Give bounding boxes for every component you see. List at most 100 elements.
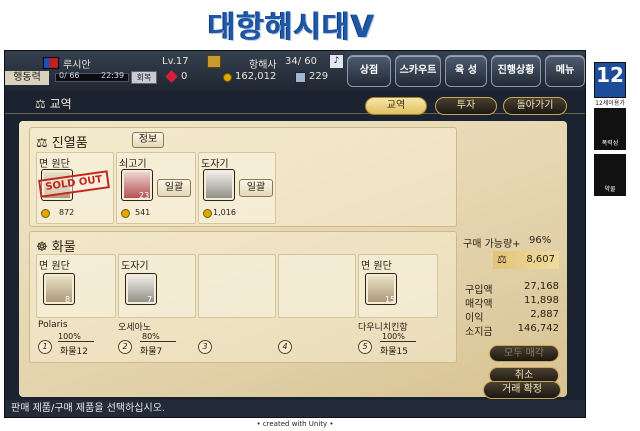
status-message-bar: 판매 제품/구매 제품을 선택하십시오.: [5, 400, 585, 417]
recover-button[interactable]: 회복: [131, 71, 157, 84]
cargo-header: ☸ 화물: [36, 236, 76, 255]
ship-slot-number[interactable]: 1: [38, 340, 52, 354]
summary-value: 27,168: [524, 281, 559, 292]
cargo-slot-4[interactable]: [278, 254, 356, 318]
cargo-section: ☸ 화물 면 원단 8 도자기 7 면 원단 15 Polaris 100% 1…: [29, 231, 457, 363]
bulk-buy-button[interactable]: 일괄: [239, 179, 273, 197]
tab-return[interactable]: 돌아가기: [503, 97, 567, 115]
coin-icon: [41, 209, 50, 218]
cargo-qty: 15: [385, 295, 396, 304]
sell-all-button[interactable]: 모두 매각: [489, 345, 559, 362]
ship-load-bar: [58, 341, 94, 342]
summary-label: 구입액: [465, 285, 493, 296]
chest-icon: [207, 55, 221, 68]
age-rating-label: 12세이용가: [595, 100, 625, 107]
coin-icon: [203, 209, 212, 218]
status-message: 판매 제품/구매 제품을 선택하십시오.: [11, 403, 166, 414]
ship-icon: [295, 72, 306, 83]
cargo-item-name: 면 원단: [361, 261, 392, 272]
gem-count: 0: [181, 71, 188, 82]
ship-percent: 100%: [58, 332, 81, 341]
item-price: 872: [59, 208, 75, 217]
ship-load-bar: [140, 341, 176, 342]
gold-amount: 162,012: [235, 71, 277, 82]
captain-count: 34/ 60: [285, 56, 317, 67]
nation-flag-icon: [43, 57, 59, 69]
scale-icon: ⚖: [35, 97, 46, 111]
menu-button[interactable]: 메뉴: [545, 55, 585, 87]
cargo-slot-1[interactable]: 면 원단 8: [36, 254, 116, 318]
progress-button[interactable]: 진행상황: [491, 55, 541, 87]
scout-button[interactable]: 스카우트: [395, 55, 441, 87]
title-divider: [5, 113, 585, 114]
cargo-item-name: 면 원단: [39, 261, 70, 272]
item-price: 1,016: [213, 208, 236, 217]
cargo-qty: 7: [147, 295, 153, 304]
item-name: 도자기: [201, 159, 229, 170]
info-button[interactable]: 정보: [132, 132, 164, 148]
shop-button[interactable]: 상점: [347, 55, 391, 87]
music-icon[interactable]: ♪: [329, 54, 344, 69]
bulk-buy-button[interactable]: 일괄: [157, 179, 191, 197]
game-window: 루시안 Lv.17 항해사 34/ 60 ♪ 행동력 0/ 66 22:39 회…: [4, 50, 586, 418]
player-level: Lv.17: [162, 56, 189, 67]
tab-invest[interactable]: 투자: [435, 97, 497, 115]
ship-load: 화물12: [60, 347, 89, 357]
summary-value: 2,887: [530, 309, 559, 320]
ship-load-bar: [380, 341, 416, 342]
captain-label: 항해사: [249, 60, 277, 71]
ship-slot-number[interactable]: 2: [118, 340, 132, 354]
cargo-item-name: 도자기: [121, 261, 149, 272]
age-rating-icon: 12: [594, 62, 626, 98]
specialty-slot-cotton[interactable]: 면 원단 SOLD OUT 872: [36, 152, 114, 224]
tab-trade[interactable]: 교역: [365, 97, 427, 115]
summary-label: 매각액: [465, 299, 493, 310]
cargo-qty: 8: [65, 295, 71, 304]
item-price: 541: [135, 208, 151, 217]
porcelain-icon: [125, 273, 157, 305]
buy-capacity-label: 구매 가능량+: [463, 239, 521, 250]
ship-count: 229: [309, 71, 329, 82]
top-status-bar: 루시안 Lv.17 항해사 34/ 60 ♪ 행동력 0/ 66 22:39 회…: [5, 51, 585, 91]
cargo-slot-2[interactable]: 도자기 7: [118, 254, 196, 318]
clock-time: 22:39: [101, 71, 125, 80]
cargo-title: 화물: [51, 240, 76, 255]
violence-label: 폭력성: [601, 140, 619, 147]
gold-coin-icon: [223, 73, 232, 82]
scale-icon: ⚖: [497, 253, 507, 266]
specialty-slot-porcelain[interactable]: 도자기 일괄 1,016: [198, 152, 276, 224]
specialty-section: ⚖ 진열품 정보 면 원단 SOLD OUT 872 쇠고기 23 일괄 541: [29, 127, 457, 227]
ship-name: Polaris: [38, 320, 68, 330]
ship-slot-number[interactable]: 5: [358, 340, 372, 354]
item-name: 면 원단: [39, 159, 70, 170]
item-qty: 23: [139, 191, 150, 200]
ship-percent: 80%: [142, 332, 160, 341]
summary-value: 146,742: [517, 323, 559, 334]
summary-value: 11,898: [524, 295, 559, 306]
porcelain-icon: [203, 169, 235, 201]
unity-credit: • created with Unity •: [256, 420, 334, 428]
ship-wheel-icon: ☸: [36, 240, 48, 255]
specialty-header: ⚖ 진열품: [36, 132, 88, 151]
summary-label: 소지금: [465, 327, 493, 338]
tax-box: ⚖ 8,607: [493, 251, 559, 269]
cloth-icon: [43, 273, 75, 305]
ship-slot-number[interactable]: 4: [278, 340, 292, 354]
train-button[interactable]: 육 성: [445, 55, 487, 87]
confirm-trade-button[interactable]: 거래 확정: [483, 381, 561, 399]
drug-label: 약물: [604, 186, 616, 193]
tax-value: 8,607: [526, 254, 555, 265]
ship-slot-number[interactable]: 3: [198, 340, 212, 354]
buy-capacity-percent: 96%: [529, 235, 552, 246]
ship-load: 화물15: [380, 347, 409, 357]
trade-panel: ⚖ 진열품 정보 면 원단 SOLD OUT 872 쇠고기 23 일괄 541: [19, 121, 567, 397]
trade-title-row: ⚖ 교역: [35, 95, 75, 111]
cargo-slot-5[interactable]: 면 원단 15: [358, 254, 438, 318]
game-logo: 대항해시대V: [208, 10, 376, 45]
cargo-slot-3[interactable]: [198, 254, 276, 318]
specialty-title: 진열품: [51, 136, 88, 151]
gem-icon: [165, 70, 178, 83]
action-value: 0/ 66: [59, 71, 80, 80]
summary-label: 이익: [465, 313, 484, 324]
specialty-slot-beef[interactable]: 쇠고기 23 일괄 541: [116, 152, 196, 224]
